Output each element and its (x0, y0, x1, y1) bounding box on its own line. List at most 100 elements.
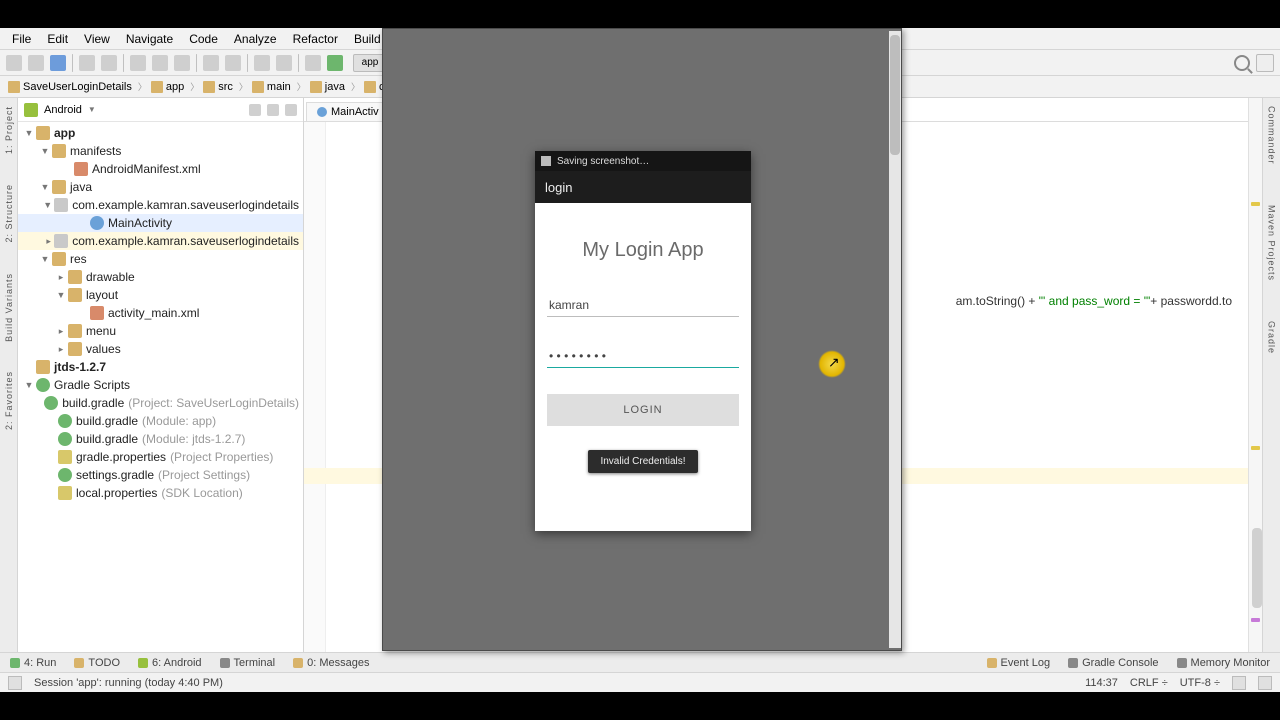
warning-marker-icon[interactable] (1251, 202, 1260, 206)
menu-view[interactable]: View (78, 30, 116, 48)
tree-node-build-gradle-app[interactable]: build.gradle(Module: app) (18, 412, 303, 430)
module-icon (36, 126, 50, 140)
back-icon[interactable] (254, 55, 270, 71)
search-icon[interactable] (1234, 55, 1250, 71)
settings-icon[interactable] (267, 104, 279, 116)
tree-node-values[interactable]: ▸values (18, 340, 303, 358)
folder-icon (252, 81, 264, 93)
tool-android[interactable]: 6: Android (134, 657, 206, 669)
breadcrumb-item[interactable]: src (201, 80, 237, 94)
tab-maven[interactable]: Maven Projects (1267, 205, 1277, 281)
scrollbar-thumb[interactable] (1252, 528, 1262, 608)
warning-marker-icon[interactable] (1251, 446, 1260, 450)
status-linecol[interactable]: 114:37 (1085, 677, 1118, 689)
undo-icon[interactable] (79, 55, 95, 71)
copy-icon[interactable] (152, 55, 168, 71)
menu-analyze[interactable]: Analyze (228, 30, 283, 48)
tree-node-layout-file[interactable]: activity_main.xml (18, 304, 303, 322)
project-tree[interactable]: ▼app ▼manifests AndroidManifest.xml ▼jav… (18, 122, 303, 652)
tree-node-main-activity[interactable]: MainActivity (18, 214, 303, 232)
tree-node-package[interactable]: ▼com.example.kamran.saveuserlogindetails (18, 196, 303, 214)
tool-event-log[interactable]: Event Log (983, 657, 1055, 669)
tree-node-manifest-file[interactable]: AndroidManifest.xml (18, 160, 303, 178)
tool-gradle-console[interactable]: Gradle Console (1064, 657, 1162, 669)
tree-node-manifests[interactable]: ▼manifests (18, 142, 303, 160)
redo-icon[interactable] (101, 55, 117, 71)
editor-marker-strip[interactable] (1248, 98, 1262, 652)
tool-messages[interactable]: 0: Messages (289, 657, 373, 669)
toolwindows-toggle-icon[interactable] (8, 676, 22, 690)
tree-node-jtds[interactable]: jtds-1.2.7 (18, 358, 303, 376)
separator-icon (298, 54, 299, 72)
save-icon[interactable] (28, 55, 44, 71)
menu-file[interactable]: File (6, 30, 37, 48)
replace-icon[interactable] (225, 55, 241, 71)
tab-commander[interactable]: Commander (1267, 106, 1277, 165)
menu-build[interactable]: Build (348, 30, 387, 48)
tab-favorites[interactable]: 2: Favorites (4, 371, 14, 430)
inspections-icon[interactable] (1232, 676, 1246, 690)
chevron-right-icon: 〉 (138, 80, 147, 93)
login-button[interactable]: LOGIN (547, 394, 739, 426)
tree-node-gradle-scripts[interactable]: ▼Gradle Scripts (18, 376, 303, 394)
android-icon[interactable] (327, 55, 343, 71)
breadcrumb-item[interactable]: SaveUserLoginDetails (6, 80, 136, 94)
password-input[interactable] (547, 343, 739, 368)
tree-node-java[interactable]: ▼java (18, 178, 303, 196)
tree-node-settings-gradle[interactable]: settings.gradle(Project Settings) (18, 466, 303, 484)
breadcrumb-item[interactable]: app (149, 80, 188, 94)
tree-node-build-gradle-project[interactable]: build.gradle(Project: SaveUserLoginDetai… (18, 394, 303, 412)
gradle-icon (44, 396, 58, 410)
tool-terminal[interactable]: Terminal (216, 657, 280, 669)
make-icon[interactable] (305, 55, 321, 71)
app-title: My Login App (547, 239, 739, 262)
tree-node-package-test[interactable]: ▸com.example.kamran.saveuserlogindetails (18, 232, 303, 250)
status-eol[interactable]: CRLF ÷ (1130, 677, 1168, 689)
menu-code[interactable]: Code (183, 30, 224, 48)
tool-memory-monitor[interactable]: Memory Monitor (1173, 657, 1274, 669)
notification-text: Saving screenshot… (557, 156, 649, 167)
paste-icon[interactable] (174, 55, 190, 71)
sync-icon[interactable] (50, 55, 66, 71)
cut-icon[interactable] (130, 55, 146, 71)
breadcrumb-item[interactable]: main (250, 80, 295, 94)
tab-main-activity[interactable]: MainActiv (306, 102, 390, 121)
tree-node-menu[interactable]: ▸menu (18, 322, 303, 340)
breadcrumb-item[interactable]: java (308, 80, 349, 94)
folder-icon (52, 144, 66, 158)
hide-icon[interactable] (285, 104, 297, 116)
todo-marker-icon[interactable] (1251, 618, 1260, 622)
emulator-scrollbar[interactable] (889, 31, 901, 648)
tool-todo[interactable]: TODO (70, 657, 124, 669)
app-bar-title: login (545, 180, 572, 195)
tab-project[interactable]: 1: Project (4, 106, 14, 154)
phone-screen: Saving screenshot… login My Login App LO… (535, 151, 751, 531)
scrollbar-thumb[interactable] (890, 35, 900, 155)
open-icon[interactable] (6, 55, 22, 71)
tab-build-variants[interactable]: Build Variants (4, 273, 14, 342)
menu-edit[interactable]: Edit (41, 30, 74, 48)
forward-icon[interactable] (276, 55, 292, 71)
find-icon[interactable] (203, 55, 219, 71)
login-form: My Login App LOGIN Invalid Credentials! (535, 203, 751, 531)
tree-node-gradle-properties[interactable]: gradle.properties(Project Properties) (18, 448, 303, 466)
tree-node-drawable[interactable]: ▸drawable (18, 268, 303, 286)
menu-refactor[interactable]: Refactor (287, 30, 344, 48)
tree-node-build-gradle-jtds[interactable]: build.gradle(Module: jtds-1.2.7) (18, 430, 303, 448)
status-encoding[interactable]: UTF-8 ÷ (1180, 677, 1220, 689)
tree-node-res[interactable]: ▼res (18, 250, 303, 268)
tree-node-local-properties[interactable]: local.properties(SDK Location) (18, 484, 303, 502)
menu-navigate[interactable]: Navigate (120, 30, 179, 48)
account-icon[interactable] (1256, 54, 1274, 72)
separator-icon (196, 54, 197, 72)
tool-run[interactable]: 4: Run (6, 657, 60, 669)
tree-node-layout[interactable]: ▼layout (18, 286, 303, 304)
tab-structure[interactable]: 2: Structure (4, 184, 14, 243)
username-input[interactable] (547, 292, 739, 317)
collapse-icon[interactable] (249, 104, 261, 116)
project-scope-selector[interactable]: Android (44, 104, 82, 116)
tree-node-app[interactable]: ▼app (18, 124, 303, 142)
tab-gradle[interactable]: Gradle (1267, 321, 1277, 354)
emulator-window[interactable]: Saving screenshot… login My Login App LO… (382, 28, 902, 651)
lock-icon[interactable] (1258, 676, 1272, 690)
